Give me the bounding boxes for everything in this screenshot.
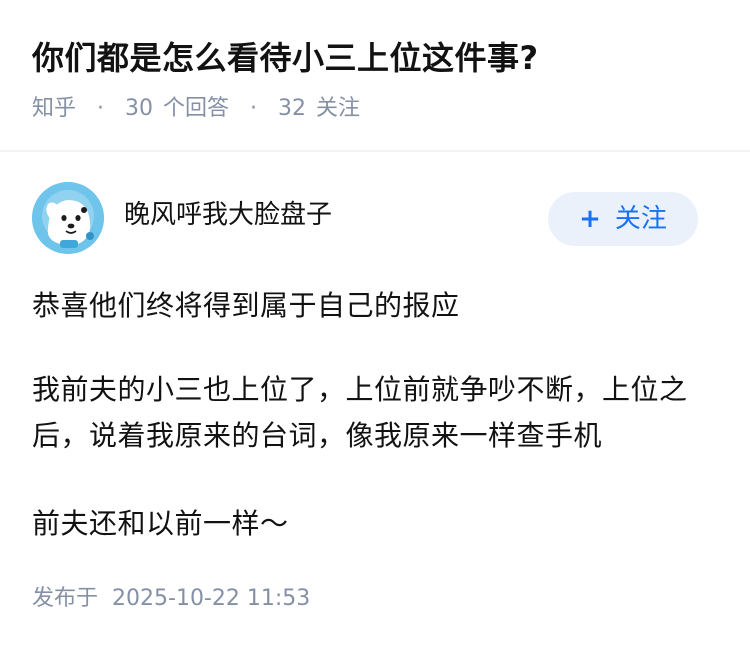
answer-paragraph: 我前夫的小三也上位了，上位前就争吵不断，上位之后，说着我原来的台词，像我原来一样… (32, 373, 688, 452)
meta-separator: · (97, 96, 105, 121)
avatar[interactable] (32, 182, 104, 254)
author-name[interactable]: 晚风呼我大脸盘子 (124, 198, 332, 232)
source-label[interactable]: 知乎 (32, 94, 76, 124)
published-label: 发布于 (32, 586, 99, 611)
question-title[interactable]: 你们都是怎么看待小三上位这件事? (32, 36, 539, 80)
follow-button[interactable]: + 关注 (548, 192, 698, 246)
follow-button-label: 关注 (614, 204, 667, 234)
answer-paragraph: 恭喜他们终将得到属于自己的报应 (32, 289, 460, 322)
question-meta: 知乎 · 30 个回答 · 32 关注 (32, 94, 360, 124)
publish-info: 发布于 2025-10-22 11:53 (32, 584, 310, 614)
author-row: 晚风呼我大脸盘子 + 关注 (0, 152, 750, 262)
cartoon-dog-astronaut-avatar-icon (32, 182, 104, 254)
follower-count-label: 关注 (316, 96, 361, 121)
plus-icon: + (579, 204, 601, 234)
follower-count: 32 (278, 96, 307, 121)
published-time: 2025-10-22 11:53 (112, 586, 311, 611)
answer-count-label: 个回答 (163, 96, 230, 121)
meta-separator: · (250, 96, 258, 121)
question-header: 你们都是怎么看待小三上位这件事? 知乎 · 30 个回答 · 32 关注 (0, 0, 750, 150)
answer-count: 30 (125, 96, 154, 121)
answer-paragraph: 前夫还和以前一样～ (32, 507, 289, 540)
